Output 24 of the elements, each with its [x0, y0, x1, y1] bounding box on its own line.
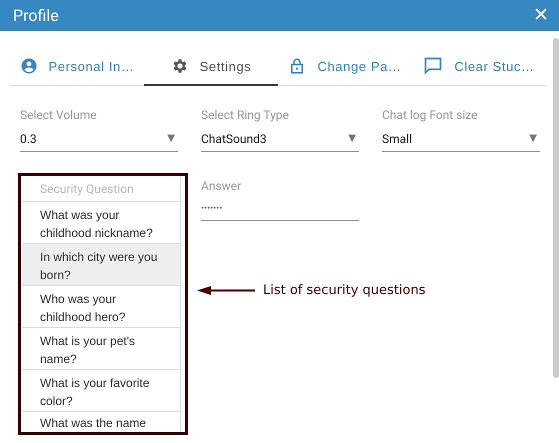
tab[interactable]: Clear Stuc… — [412, 48, 546, 86]
tab[interactable]: Settings — [144, 48, 278, 86]
window-title: Profile — [13, 6, 59, 25]
caret-icon: ▼ — [529, 133, 537, 144]
arrow-icon — [197, 286, 255, 295]
dropdown[interactable]: ChatSound3 ▼ — [201, 122, 359, 152]
dropdown[interactable]: Small ▼ — [382, 122, 540, 152]
answer-field[interactable]: ••••••• — [201, 193, 359, 221]
field-label: Select Volume — [20, 108, 98, 122]
scrollbar[interactable] — [553, 38, 559, 378]
caret-icon: ▼ — [348, 133, 356, 144]
field-label: Answer — [201, 179, 242, 193]
list-item[interactable]: In which city were you born? — [22, 244, 180, 286]
person-icon — [20, 57, 38, 75]
caret-icon: ▼ — [167, 133, 175, 144]
gear-icon — [170, 57, 189, 75]
field-label: Chat log Font size — [382, 108, 479, 122]
dropdown[interactable]: 0.3 ▼ — [20, 122, 178, 152]
tab[interactable]: Change Pa… — [278, 48, 412, 86]
annotation-text: List of security questions — [263, 283, 426, 298]
close-button[interactable]: ✕ — [533, 6, 549, 25]
chat-icon — [423, 56, 444, 76]
tab[interactable]: Personal In… — [10, 48, 144, 86]
field-label: Select Ring Type — [201, 108, 290, 122]
